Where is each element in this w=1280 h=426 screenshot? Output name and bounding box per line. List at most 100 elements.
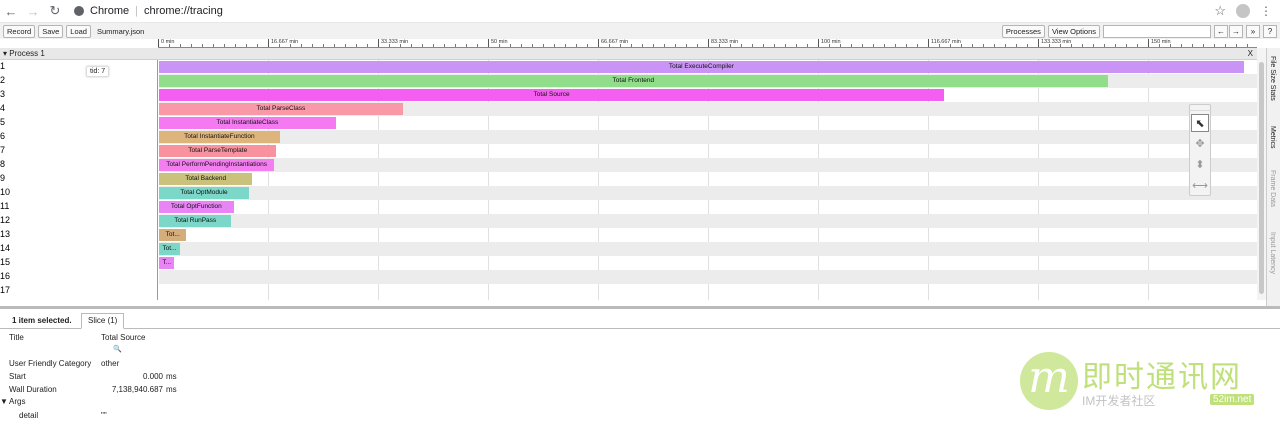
tab-slice[interactable]: Slice (1)	[81, 313, 125, 329]
zoom-tool-icon[interactable]: ⬍	[1191, 156, 1209, 174]
trace-slice[interactable]: Total OptModule	[159, 187, 250, 199]
file-name: Summary.json	[96, 26, 145, 36]
ruler-minor-tick	[345, 44, 346, 47]
track-row[interactable]	[159, 144, 1257, 158]
forward-icon[interactable]: →	[22, 0, 44, 22]
track-row[interactable]	[159, 242, 1257, 256]
trace-slice[interactable]: Total PerformPendingInstantiations	[159, 159, 275, 171]
trace-slice[interactable]: Total ParseTemplate	[159, 145, 277, 157]
url-text[interactable]: chrome://tracing	[144, 5, 223, 17]
find-prev-button[interactable]: ←	[1214, 24, 1228, 38]
panel-splitter[interactable]	[0, 306, 1280, 309]
ruler-minor-tick	[334, 44, 335, 47]
ruler-minor-tick	[1236, 44, 1237, 47]
ruler-minor-tick	[1016, 44, 1017, 47]
trace-slice[interactable]: Total Backend	[159, 173, 253, 185]
detail-key: detail	[19, 411, 39, 420]
track-label: 15	[0, 257, 11, 267]
time-ruler[interactable]: 0 min 16.667 min 33.333 min 50 min 66.667 mi…	[158, 39, 1257, 48]
trace-slice[interactable]: Tot...	[159, 229, 187, 241]
title-key: Title	[9, 333, 24, 342]
track-row[interactable]	[159, 130, 1257, 144]
processes-button[interactable]: Processes	[1001, 24, 1045, 38]
track-row[interactable]	[159, 256, 1257, 270]
trace-slice[interactable]: Total InstantiateFunction	[159, 131, 280, 143]
ruler-minor-tick	[906, 44, 907, 47]
process-title: Process 1	[9, 49, 45, 58]
track-row[interactable]	[159, 186, 1257, 200]
watermark-subtitle: IM开发者社区	[1082, 394, 1156, 408]
trace-slice[interactable]: Total Source	[159, 89, 945, 101]
side-tab[interactable]: Frame Data	[1269, 170, 1276, 207]
ruler-minor-tick	[1071, 44, 1072, 47]
pan-tool-icon[interactable]: ✥	[1191, 135, 1209, 153]
category-key: User Friendly Category	[9, 359, 92, 368]
trace-slice[interactable]: Total ExecuteCompiler	[159, 61, 1244, 73]
ruler-tick-label: 50 min	[488, 39, 508, 47]
track-row[interactable]	[159, 172, 1257, 186]
trace-slice[interactable]: T...	[159, 257, 175, 269]
ruler-minor-tick	[763, 44, 764, 47]
ruler-minor-tick	[939, 44, 940, 47]
timing-tool-icon[interactable]: ⟷	[1191, 177, 1209, 195]
ruler-minor-tick	[686, 44, 687, 47]
close-icon[interactable]: X	[1248, 48, 1253, 60]
track-label: 8	[0, 159, 6, 169]
omnibox-separator: |	[135, 5, 138, 17]
load-button[interactable]: Load	[66, 24, 91, 38]
ruler-tick-label: 33.333 min	[378, 39, 408, 47]
track-row[interactable]	[159, 270, 1257, 284]
timeline-scrollbar[interactable]	[1257, 48, 1266, 300]
timeline-tracks[interactable]: Total ExecuteCompiler Total Frontend Total…	[159, 60, 1257, 300]
track-row[interactable]	[159, 214, 1257, 228]
trace-slice[interactable]: Total OptFunction	[159, 201, 234, 213]
address-bar[interactable]: Chrome | chrome://tracing	[74, 5, 223, 17]
ruler-minor-tick	[840, 44, 841, 47]
ruler-minor-tick	[565, 44, 566, 47]
menu-kebab-icon[interactable]: ⋮	[1260, 4, 1272, 18]
record-button[interactable]: Record	[3, 24, 36, 38]
start-value: 0.000	[142, 372, 163, 381]
track-row[interactable]	[159, 284, 1257, 298]
site-info-icon[interactable]	[74, 6, 84, 16]
side-tab[interactable]: Input Latency	[1269, 232, 1276, 274]
ruler-minor-tick	[1170, 44, 1171, 47]
trace-slice[interactable]: Total RunPass	[159, 215, 232, 227]
ruler-minor-tick	[400, 44, 401, 47]
scrollbar-thumb[interactable]	[1259, 62, 1264, 294]
back-icon[interactable]: ←	[0, 0, 22, 22]
ruler-minor-tick	[961, 44, 962, 47]
trace-slice[interactable]: Total ParseClass	[159, 103, 403, 115]
ruler-minor-tick	[510, 44, 511, 47]
side-tab[interactable]: Metrics	[1269, 126, 1276, 149]
save-button[interactable]: Save	[38, 24, 64, 38]
ruler-minor-tick	[323, 44, 324, 47]
side-tab[interactable]: File Size Stats	[1269, 56, 1276, 101]
magnify-icon[interactable]: 🔍	[113, 345, 122, 353]
profile-avatar[interactable]	[1236, 4, 1250, 18]
trace-slice[interactable]: Total Frontend	[159, 75, 1108, 87]
bookmark-star-icon[interactable]: ☆	[1214, 3, 1226, 19]
ruler-minor-tick	[609, 44, 610, 47]
ruler-minor-tick	[367, 44, 368, 47]
find-next-button[interactable]: →	[1229, 24, 1243, 38]
duration-unit: ms	[166, 385, 177, 394]
track-row[interactable]	[159, 228, 1257, 242]
ruler-tick-label: 66.667 min	[598, 39, 628, 47]
ruler-minor-tick	[455, 44, 456, 47]
search-input[interactable]	[1103, 24, 1211, 38]
ruler-minor-tick	[1192, 44, 1193, 47]
help-button[interactable]: ?	[1263, 24, 1277, 38]
view-options-button[interactable]: View Options	[1047, 24, 1100, 38]
more-button[interactable]: »	[1246, 24, 1260, 38]
reload-icon[interactable]: ↻	[44, 0, 66, 22]
selection-tool-icon[interactable]: ⬉	[1191, 114, 1209, 132]
process-header[interactable]: ▾ Process 1 X	[0, 48, 1257, 60]
drag-handle[interactable]	[1190, 105, 1210, 111]
track-row[interactable]	[159, 158, 1257, 172]
track-label: 9	[0, 173, 6, 183]
track-row[interactable]	[159, 200, 1257, 214]
trace-slice[interactable]: Total InstantiateClass	[159, 117, 336, 129]
trace-slice[interactable]: Tot...	[159, 243, 180, 255]
args-expand-icon[interactable]: ▼	[0, 397, 8, 406]
